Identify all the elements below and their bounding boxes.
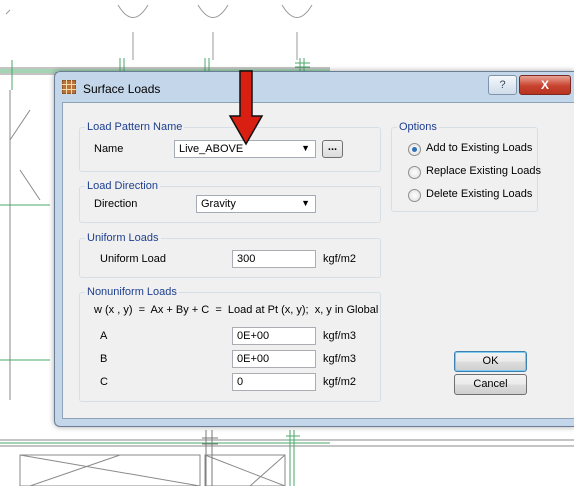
radio-add-existing-label: Add to Existing Loads (426, 142, 533, 154)
dialog-title: Surface Loads (83, 82, 161, 96)
formula-text: w (x , y) = Ax + By + C = Load at Pt (x,… (94, 304, 379, 316)
uniform-load-label: Uniform Load (100, 253, 167, 265)
ok-button[interactable]: OK (454, 351, 527, 372)
direction-value: Gravity (201, 198, 236, 210)
coef-a-unit: kgf/m3 (323, 330, 357, 342)
radio-button-icon[interactable] (408, 166, 421, 179)
coef-c-label: C (100, 376, 108, 388)
coef-c-input[interactable]: 0 (232, 373, 316, 391)
title-bar[interactable]: Surface Loads ? X (55, 72, 574, 102)
dropdown-arrow-icon: ▼ (301, 198, 310, 208)
coef-b-value: 0E+00 (237, 353, 270, 365)
coef-c-value: 0 (237, 376, 244, 388)
uniform-loads-group: Uniform Loads Uniform Load 300 kgf/m2 (79, 232, 381, 278)
radio-replace-existing-label: Replace Existing Loads (426, 165, 541, 177)
uniform-load-unit: kgf/m2 (323, 253, 357, 265)
dialog-client-area: Load Pattern Name Name Live_ABOVE ▼ ... … (62, 102, 574, 419)
nonuniform-loads-legend: Nonuniform Loads (85, 286, 179, 298)
options-legend: Options (397, 121, 439, 133)
coef-a-input[interactable]: 0E+00 (232, 327, 316, 345)
close-button[interactable]: X (519, 75, 571, 95)
direction-select[interactable]: Gravity ▼ (196, 195, 316, 213)
red-annotation-arrow-icon (228, 70, 264, 146)
coef-b-unit: kgf/m3 (323, 353, 357, 365)
coef-a-value: 0E+00 (237, 330, 270, 342)
uniform-loads-legend: Uniform Loads (85, 232, 161, 244)
name-label: Name (94, 143, 124, 155)
coef-a-label: A (100, 330, 108, 342)
help-button[interactable]: ? (488, 75, 517, 95)
cancel-button[interactable]: Cancel (454, 374, 527, 395)
surface-loads-dialog: Surface Loads ? X Load Pattern Name Name… (54, 71, 574, 427)
load-direction-group: Load Direction Direction Gravity ▼ (79, 180, 381, 223)
radio-delete-existing-label: Delete Existing Loads (426, 188, 533, 200)
options-group: Options Add to Existing Loads Replace Ex… (391, 121, 541, 212)
browse-button[interactable]: ... (322, 140, 343, 158)
uniform-load-value: 300 (237, 253, 256, 265)
direction-label: Direction (94, 198, 138, 210)
coef-b-input[interactable]: 0E+00 (232, 350, 316, 368)
load-direction-legend: Load Direction (85, 180, 160, 192)
uniform-load-input[interactable]: 300 (232, 250, 316, 268)
radio-button-icon[interactable] (408, 143, 421, 156)
nonuniform-loads-group: Nonuniform Loads w (x , y) = Ax + By + C… (79, 286, 381, 402)
coef-c-unit: kgf/m2 (323, 376, 357, 388)
app-grid-icon (62, 80, 76, 94)
radio-button-icon[interactable] (408, 189, 421, 202)
load-pattern-legend: Load Pattern Name (85, 121, 185, 133)
coef-b-label: B (100, 353, 108, 365)
dropdown-arrow-icon: ▼ (301, 143, 310, 153)
